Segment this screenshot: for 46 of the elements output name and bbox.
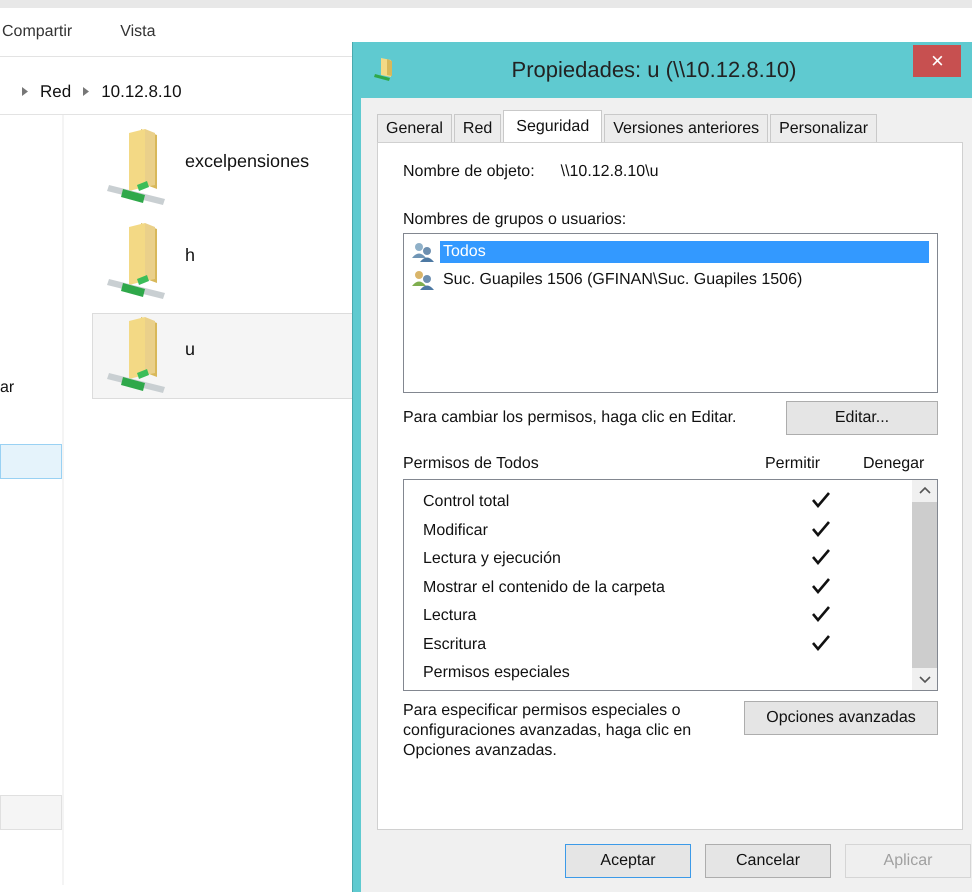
tab[interactable]: General <box>377 114 452 142</box>
ribbon-tab[interactable]: Compartir <box>2 23 72 41</box>
dialog-button[interactable]: Cancelar <box>705 844 831 878</box>
change-permissions-hint: Para cambiar los permisos, haga clic en Editar. <box>403 409 736 427</box>
users-icon <box>412 270 436 290</box>
nav-item-label[interactable]: ar <box>0 379 14 397</box>
permission-name: Control total <box>423 493 510 512</box>
chevron-icon <box>22 87 28 96</box>
edit-button[interactable]: Editar... <box>786 401 938 435</box>
ribbon-tab[interactable]: Vista <box>120 23 156 41</box>
users-icon <box>412 242 436 262</box>
scroll-down-icon[interactable] <box>918 676 930 684</box>
permission-name: Lectura <box>423 607 478 626</box>
tab[interactable]: Seguridad <box>503 110 602 142</box>
permission-name: Escritura <box>423 636 488 654</box>
nav-item[interactable] <box>0 795 62 830</box>
file-name: h <box>185 244 196 266</box>
column-header: Denegar <box>863 455 926 473</box>
group-item[interactable]: Suc. Guapiles 1506 (GFINAN\Suc. Guapiles 1506) <box>440 269 929 291</box>
chevron-icon <box>83 87 90 96</box>
network-folder-icon <box>373 57 395 83</box>
permission-name: Lectura y ejecución <box>423 550 562 568</box>
permission-name: Mostrar el contenido de la carpeta <box>423 578 666 597</box>
object-name-label: Nombre de objeto: <box>403 163 535 181</box>
dialog-button[interactable]: Aceptar <box>565 844 691 878</box>
file-name: excelpensiones <box>185 150 310 172</box>
advanced-options-hint: Para especificar permisos especiales o configuraciones avanzadas, haga clic en Opciones avanzadas. <box>403 701 692 761</box>
advanced-options-button[interactable]: Opciones avanzadas <box>744 701 938 735</box>
tab[interactable]: Versiones anteriores <box>604 114 768 142</box>
breadcrumb-item[interactable]: 10.12.8.10 <box>101 82 182 102</box>
tab[interactable]: Red <box>454 114 502 142</box>
scroll-up-icon[interactable] <box>918 486 930 494</box>
window-title: Propiedades: u (\\10.12.8.10) <box>510 57 798 83</box>
permissions-label: Permisos de Todos <box>403 455 540 473</box>
object-name-value: \\10.12.8.10\u <box>560 163 658 181</box>
groups-label: Nombres de grupos o usuarios: <box>403 211 628 229</box>
close-button[interactable]: × <box>913 45 961 77</box>
breadcrumb-item[interactable]: Red <box>40 82 72 102</box>
permission-name: Permisos especiales <box>423 664 571 682</box>
groups-list[interactable]: Todos Suc. Guapiles 1506 (GFINAN\Suc. Guapiles 1506) <box>403 233 938 393</box>
tab[interactable]: Personalizar <box>770 114 878 142</box>
file-name: u <box>185 338 196 360</box>
permission-name: Modificar <box>423 522 489 540</box>
scrollbar[interactable] <box>912 480 937 690</box>
nav-item[interactable] <box>0 444 62 479</box>
column-header: Permitir <box>765 455 822 473</box>
